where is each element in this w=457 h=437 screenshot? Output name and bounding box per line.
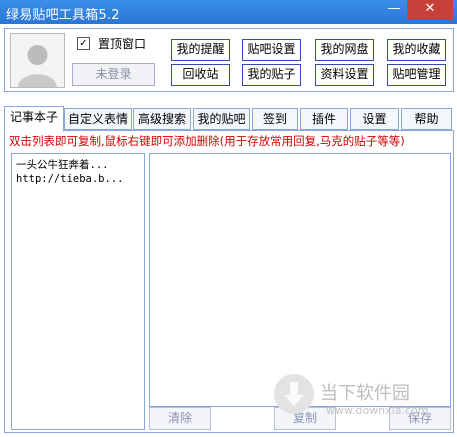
window-title: 绿易贴吧工具箱5.2 <box>6 8 120 23</box>
pin-window-label: 置顶窗口 <box>98 37 147 51</box>
saved-replies-list[interactable]: 一头公牛狂奔着... http://tieba.b... <box>11 153 145 430</box>
tab-plugins[interactable]: 插件 <box>300 108 348 130</box>
forum-settings-button[interactable]: 贴吧设置 <box>242 39 301 61</box>
download-arrow-icon <box>274 374 314 414</box>
my-netdisk-button[interactable]: 我的网盘 <box>315 39 374 61</box>
profile-settings-button[interactable]: 资料设置 <box>315 64 374 86</box>
header-panel: ✓ 置顶窗口 未登录 我的提醒 贴吧设置 我的网盘 我的收藏 回收站 我的贴子 … <box>4 28 454 92</box>
recycle-bin-button[interactable]: 回收站 <box>171 64 230 86</box>
tab-help[interactable]: 帮助 <box>401 108 452 130</box>
login-button[interactable]: 未登录 <box>72 63 155 86</box>
tab-sign-in[interactable]: 签到 <box>252 108 298 130</box>
watermark-text: 当下软件园 <box>320 383 410 404</box>
clear-button[interactable]: 清除 <box>149 407 211 430</box>
tab-settings[interactable]: 设置 <box>350 108 399 130</box>
list-item[interactable]: http://tieba.b... <box>16 173 123 185</box>
close-button[interactable]: ✕ <box>407 0 453 20</box>
notepad-instruction: 双击列表即可复制,鼠标右键即可添加删除(用于存放常用回复,马克的贴子等等) <box>9 134 405 148</box>
tab-advanced-search[interactable]: 高级搜索 <box>133 108 191 130</box>
my-reminders-button[interactable]: 我的提醒 <box>171 39 230 61</box>
my-posts-button[interactable]: 我的贴子 <box>242 64 301 86</box>
list-item[interactable]: 一头公牛狂奔着... <box>16 157 108 172</box>
main-window: ✓ 置顶窗口 未登录 我的提醒 贴吧设置 我的网盘 我的收藏 回收站 我的贴子 … <box>0 24 457 437</box>
tab-custom-emoticons[interactable]: 自定义表情 <box>64 108 132 130</box>
minimize-button[interactable]: — <box>381 0 407 20</box>
tab-notepad[interactable]: 记事本子 <box>4 106 64 132</box>
title-bar: 绿易贴吧工具箱5.2 — ✕ <box>0 0 457 24</box>
pin-window-checkbox[interactable]: ✓ <box>77 37 90 50</box>
watermark-url: www.downxia.com <box>326 404 429 417</box>
tab-my-forums[interactable]: 我的贴吧 <box>193 108 250 130</box>
my-favorites-button[interactable]: 我的收藏 <box>387 39 446 61</box>
forum-management-button[interactable]: 贴吧管理 <box>387 64 446 86</box>
default-user-avatar-icon <box>10 33 65 88</box>
note-text-area[interactable] <box>149 153 451 407</box>
